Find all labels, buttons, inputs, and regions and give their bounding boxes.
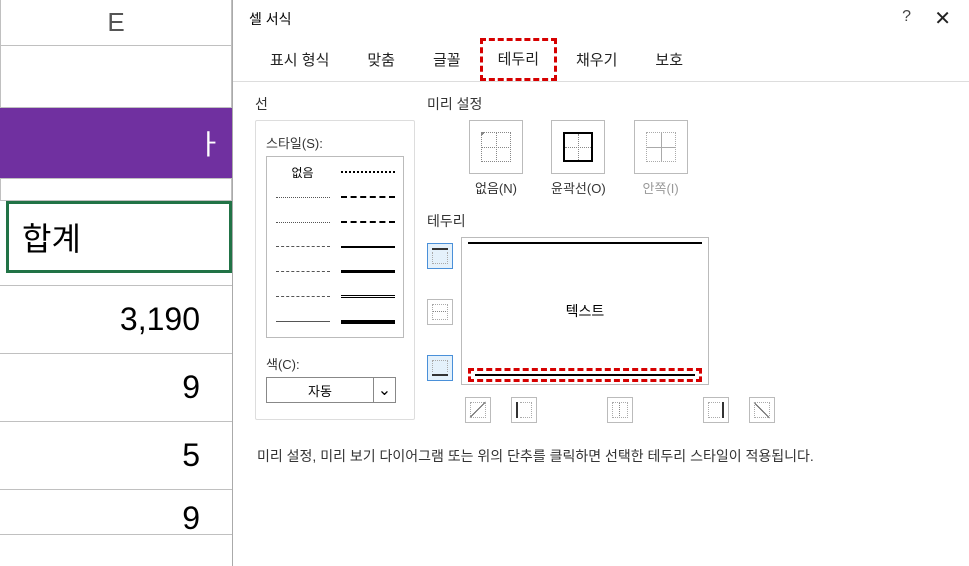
cell-value-text: 5 — [182, 437, 200, 474]
line-style-option[interactable] — [270, 210, 335, 235]
chevron-down-icon: ⌄ — [378, 380, 391, 400]
border-middle-v-icon — [612, 402, 628, 418]
cell-value-text: 9 — [182, 369, 200, 406]
line-style-option[interactable] — [335, 309, 400, 334]
cell-small2[interactable] — [0, 273, 232, 286]
line-group-label: 선 — [255, 94, 415, 114]
line-style-grid: 없음 — [266, 156, 404, 338]
border-right-button[interactable] — [703, 397, 729, 423]
line-style-option[interactable] — [270, 235, 335, 260]
style-label: 스타일(S): — [266, 133, 404, 152]
tab-border[interactable]: 테두리 — [480, 38, 557, 81]
tab-strip: 표시 형식 맞춤 글꼴 테두리 채우기 보호 — [233, 38, 969, 82]
preview-bottom-highlight — [468, 368, 702, 382]
cell-value-text: 9 — [182, 500, 200, 537]
tab-number[interactable]: 표시 형식 — [251, 38, 348, 81]
preview-bottom-line — [475, 374, 695, 376]
tab-alignment[interactable]: 맞춤 — [348, 38, 414, 81]
cell-blank[interactable] — [0, 46, 232, 108]
border-right-icon — [708, 402, 724, 418]
border-group-label: 테두리 — [427, 211, 947, 231]
line-style-option[interactable] — [335, 259, 400, 284]
preset-outline-label: 윤곽선(O) — [551, 178, 606, 197]
spreadsheet-area: E ㅏ 합계 2 3,190 9 5 9 — [0, 0, 232, 566]
border-top-icon — [432, 248, 448, 264]
border-left-button[interactable] — [511, 397, 537, 423]
border-top-button[interactable] — [427, 243, 453, 269]
column-header[interactable]: E — [0, 0, 232, 46]
line-style-option[interactable] — [335, 160, 400, 185]
close-button[interactable]: ✕ — [934, 6, 951, 31]
line-style-option[interactable] — [335, 284, 400, 309]
preview-top-line — [468, 242, 702, 244]
border-middle-v-button[interactable] — [607, 397, 633, 423]
preview-text: 텍스트 — [566, 301, 605, 321]
dialog-title: 셀 서식 — [249, 9, 292, 29]
line-style-option[interactable] — [270, 185, 335, 210]
color-dropdown-arrow[interactable]: ⌄ — [374, 377, 396, 403]
preset-outline-icon — [563, 132, 593, 162]
cell-value-text: 3,190 — [120, 301, 200, 338]
border-middle-h-icon — [432, 304, 448, 320]
border-preview[interactable]: 텍스트 — [461, 237, 709, 385]
preset-none-icon — [481, 132, 511, 162]
cell-small[interactable] — [0, 179, 232, 201]
format-cells-dialog: 셀 서식 ? ✕ 표시 형식 맞춤 글꼴 테두리 채우기 보호 선 스타일(S)… — [232, 0, 969, 566]
border-diag-up-icon — [470, 402, 486, 418]
line-group-box: 스타일(S): 없음 — [255, 120, 415, 420]
cell-value[interactable]: 5 — [0, 422, 232, 490]
preset-outline-button[interactable] — [551, 120, 605, 174]
preset-inside-label: 안쪽(I) — [643, 178, 679, 197]
border-bottom-icon — [432, 360, 448, 376]
line-style-option[interactable] — [270, 259, 335, 284]
help-text: 미리 설정, 미리 보기 다이어그램 또는 위의 단추를 클릭하면 선택한 테두… — [257, 445, 947, 469]
preset-none-label: 없음(N) — [475, 178, 517, 197]
cell-purple[interactable]: ㅏ — [0, 108, 232, 179]
preset-inside-button — [634, 120, 688, 174]
line-style-option[interactable] — [335, 235, 400, 260]
help-button[interactable]: ? — [902, 8, 911, 26]
line-style-option[interactable] — [335, 185, 400, 210]
preset-inside-icon — [646, 132, 676, 162]
line-style-none[interactable]: 없음 — [270, 160, 335, 185]
cell-selected[interactable]: 합계 — [6, 201, 232, 273]
border-diag-up-button[interactable] — [465, 397, 491, 423]
tab-protection[interactable]: 보호 — [636, 38, 702, 81]
border-bottom-button[interactable] — [427, 355, 453, 381]
color-label: 색(C): — [266, 354, 404, 373]
line-style-option[interactable] — [335, 210, 400, 235]
border-diag-down-button[interactable] — [749, 397, 775, 423]
preset-none-button[interactable] — [469, 120, 523, 174]
line-style-option[interactable] — [270, 284, 335, 309]
tab-font[interactable]: 글꼴 — [414, 38, 480, 81]
color-dropdown[interactable]: 자동 — [266, 377, 374, 403]
border-left-icon — [516, 402, 532, 418]
border-middle-h-button[interactable] — [427, 299, 453, 325]
cell-value[interactable]: 9 — [0, 354, 232, 422]
cell-value[interactable]: 2 3,190 — [0, 286, 232, 354]
line-style-option[interactable] — [270, 309, 335, 334]
cell-value[interactable]: 9 — [0, 490, 232, 535]
title-bar: 셀 서식 ? ✕ — [233, 0, 969, 38]
border-diag-down-icon — [754, 402, 770, 418]
tab-fill[interactable]: 채우기 — [557, 38, 636, 81]
presets-group-label: 미리 설정 — [427, 94, 947, 114]
